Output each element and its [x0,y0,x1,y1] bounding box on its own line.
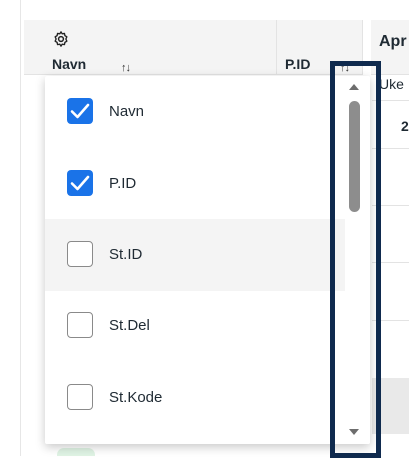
checkbox-checked[interactable] [67,170,93,196]
column-option-navn[interactable]: Navn [45,76,345,148]
column-option-pid[interactable]: P.ID [45,148,345,220]
check-icon [70,103,90,119]
column-picker-dropdown: Navn P.ID St.ID St.Del St.Kode [45,76,370,444]
pid-header-label: P.ID [285,56,311,72]
sort-icon[interactable]: ↑↓ [121,62,131,74]
column-option-stid[interactable]: St.ID [45,219,345,291]
check-icon [70,175,90,191]
column-option-label: St.Kode [109,389,163,406]
checkbox-checked[interactable] [67,98,93,124]
scrollbar-focus-outline [330,61,381,458]
column-option-label: Navn [109,103,145,120]
day-label: 2 [401,118,409,134]
checkbox-unchecked[interactable] [67,241,93,267]
column-option-label: St.Del [109,317,150,334]
week-label: Uke [379,76,404,92]
month-label: Apr [379,33,407,50]
gear-icon[interactable] [52,30,70,48]
navn-header-label: Navn [52,56,87,72]
column-option-stkode[interactable]: St.Kode [45,362,345,434]
status-badge [57,448,95,456]
checkbox-unchecked[interactable] [67,384,93,410]
page-left-border [20,0,21,456]
column-option-label: St.ID [109,246,143,263]
column-option-label: P.ID [109,175,137,192]
column-option-stdel[interactable]: St.Del [45,290,345,362]
checkbox-unchecked[interactable] [67,312,93,338]
